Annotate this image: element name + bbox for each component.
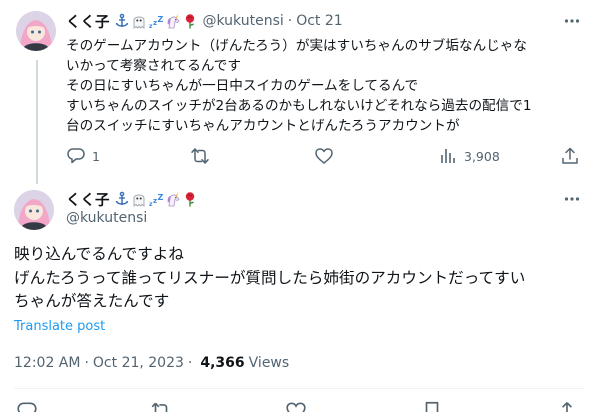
main-tweet-actions	[0, 400, 596, 412]
share-icon	[562, 147, 578, 164]
svg-text:z: z	[153, 197, 157, 205]
rose-icon	[182, 13, 198, 29]
heart-icon[interactable]	[285, 400, 307, 412]
tweet-date[interactable]: Oct 21	[296, 13, 342, 29]
separator-dot: ·	[84, 355, 89, 371]
parent-tweet-header: くく子 zzZ @kukutensi · Oct 21	[66, 10, 343, 32]
unicorn-icon	[165, 191, 181, 207]
tweet-thread-page: くく子 zzZ @kukutensi · Oct 21 そのゲームアカウント（げ…	[0, 0, 596, 412]
sleeping-zzz-icon: zzZ	[148, 13, 164, 29]
views-button[interactable]: 3,908	[438, 146, 500, 166]
name-emojis: zzZ	[114, 13, 198, 29]
rose-icon	[182, 191, 198, 207]
share-icon[interactable]	[556, 400, 578, 412]
views-count: 3,908	[464, 148, 500, 164]
avatar[interactable]	[14, 190, 54, 230]
analytics-bar-icon	[441, 149, 455, 163]
more-horizontal-icon	[564, 197, 580, 201]
tweet-text-line: そのゲームアカウント（げんたろう）が実はすいちゃんのサブ垢なんじゃな	[66, 38, 527, 54]
views-count: 4,366	[200, 355, 245, 371]
ghost-icon	[131, 13, 147, 29]
svg-text:z: z	[153, 19, 157, 27]
anchor-icon	[114, 13, 130, 29]
parent-tweet-text: そのゲームアカウント（げんたろう）が実はすいちゃんのサブ垢なんじゃな いかって考…	[66, 36, 581, 136]
svg-text:Z: Z	[157, 15, 163, 24]
anchor-icon	[114, 191, 130, 207]
reply-count: 1	[92, 148, 100, 164]
like-button[interactable]	[314, 146, 340, 166]
retweet-icon[interactable]	[150, 400, 172, 412]
tweet-time[interactable]: 12:02 AM	[14, 355, 80, 371]
tweet-text-line: げんたろうって誰ってリスナーが質問したら姉街のアカウントだってすい	[14, 268, 526, 287]
avatar[interactable]	[16, 11, 56, 51]
views-label: Views	[248, 355, 290, 371]
translate-post-link[interactable]: Translate post	[14, 319, 105, 334]
heart-icon	[315, 148, 333, 164]
divider	[14, 388, 584, 389]
reply-icon	[67, 148, 85, 164]
main-tweet-text: 映り込んでるんですよね げんたろうって誰ってリスナーが質問したら姉街のアカウント…	[14, 243, 584, 314]
bookmark-icon[interactable]	[421, 400, 443, 412]
name-emojis: zzZ	[114, 191, 198, 207]
tweet-text-line: いかって考察されてるんです	[66, 58, 241, 74]
tweet-text-line: 台のスイッチにすいちゃんアカウントとげんたろうアカウントが	[66, 118, 460, 134]
svg-text:Z: Z	[157, 193, 163, 202]
sleeping-zzz-icon: zzZ	[148, 191, 164, 207]
display-name[interactable]: くく子	[66, 189, 110, 210]
user-handle[interactable]: @kukutensi	[66, 210, 147, 226]
unicorn-icon	[165, 13, 181, 29]
reply-button[interactable]: 1	[66, 146, 100, 166]
more-options-button[interactable]	[561, 188, 583, 210]
parent-tweet[interactable]: くく子 zzZ @kukutensi · Oct 21 そのゲームアカウント（げ…	[0, 0, 596, 184]
separator-dot: ·	[287, 13, 293, 29]
tweet-text-line: ちゃんが答えたんです	[14, 292, 170, 310]
ghost-icon	[131, 191, 147, 207]
retweet-button[interactable]	[190, 146, 216, 166]
reply-icon[interactable]	[16, 400, 38, 412]
share-button[interactable]	[560, 146, 580, 166]
parent-tweet-actions: 1 3,908	[66, 146, 586, 166]
tweet-text-line: その日にすいちゃんが一日中スイカのゲームをしてるんで	[66, 78, 419, 94]
tweet-text-line: 映り込んでるんですよね	[14, 245, 184, 263]
more-options-button[interactable]	[561, 10, 583, 32]
display-name[interactable]: くく子	[66, 11, 110, 32]
retweet-icon	[191, 148, 209, 164]
thread-connector-line	[36, 60, 38, 184]
tweet-metadata: 12:02 AM · Oct 21, 2023 · 4,366 Views	[14, 353, 289, 373]
separator-dot: ·	[187, 355, 193, 371]
more-horizontal-icon	[564, 19, 580, 23]
user-handle[interactable]: @kukutensi	[203, 13, 284, 29]
tweet-date[interactable]: Oct 21, 2023	[93, 355, 184, 371]
tweet-text-line: すいちゃんのスイッチが2台あるのかもしれないけどそれなら過去の配信で1	[66, 98, 532, 114]
main-tweet-author: くく子 zzZ	[66, 188, 198, 210]
